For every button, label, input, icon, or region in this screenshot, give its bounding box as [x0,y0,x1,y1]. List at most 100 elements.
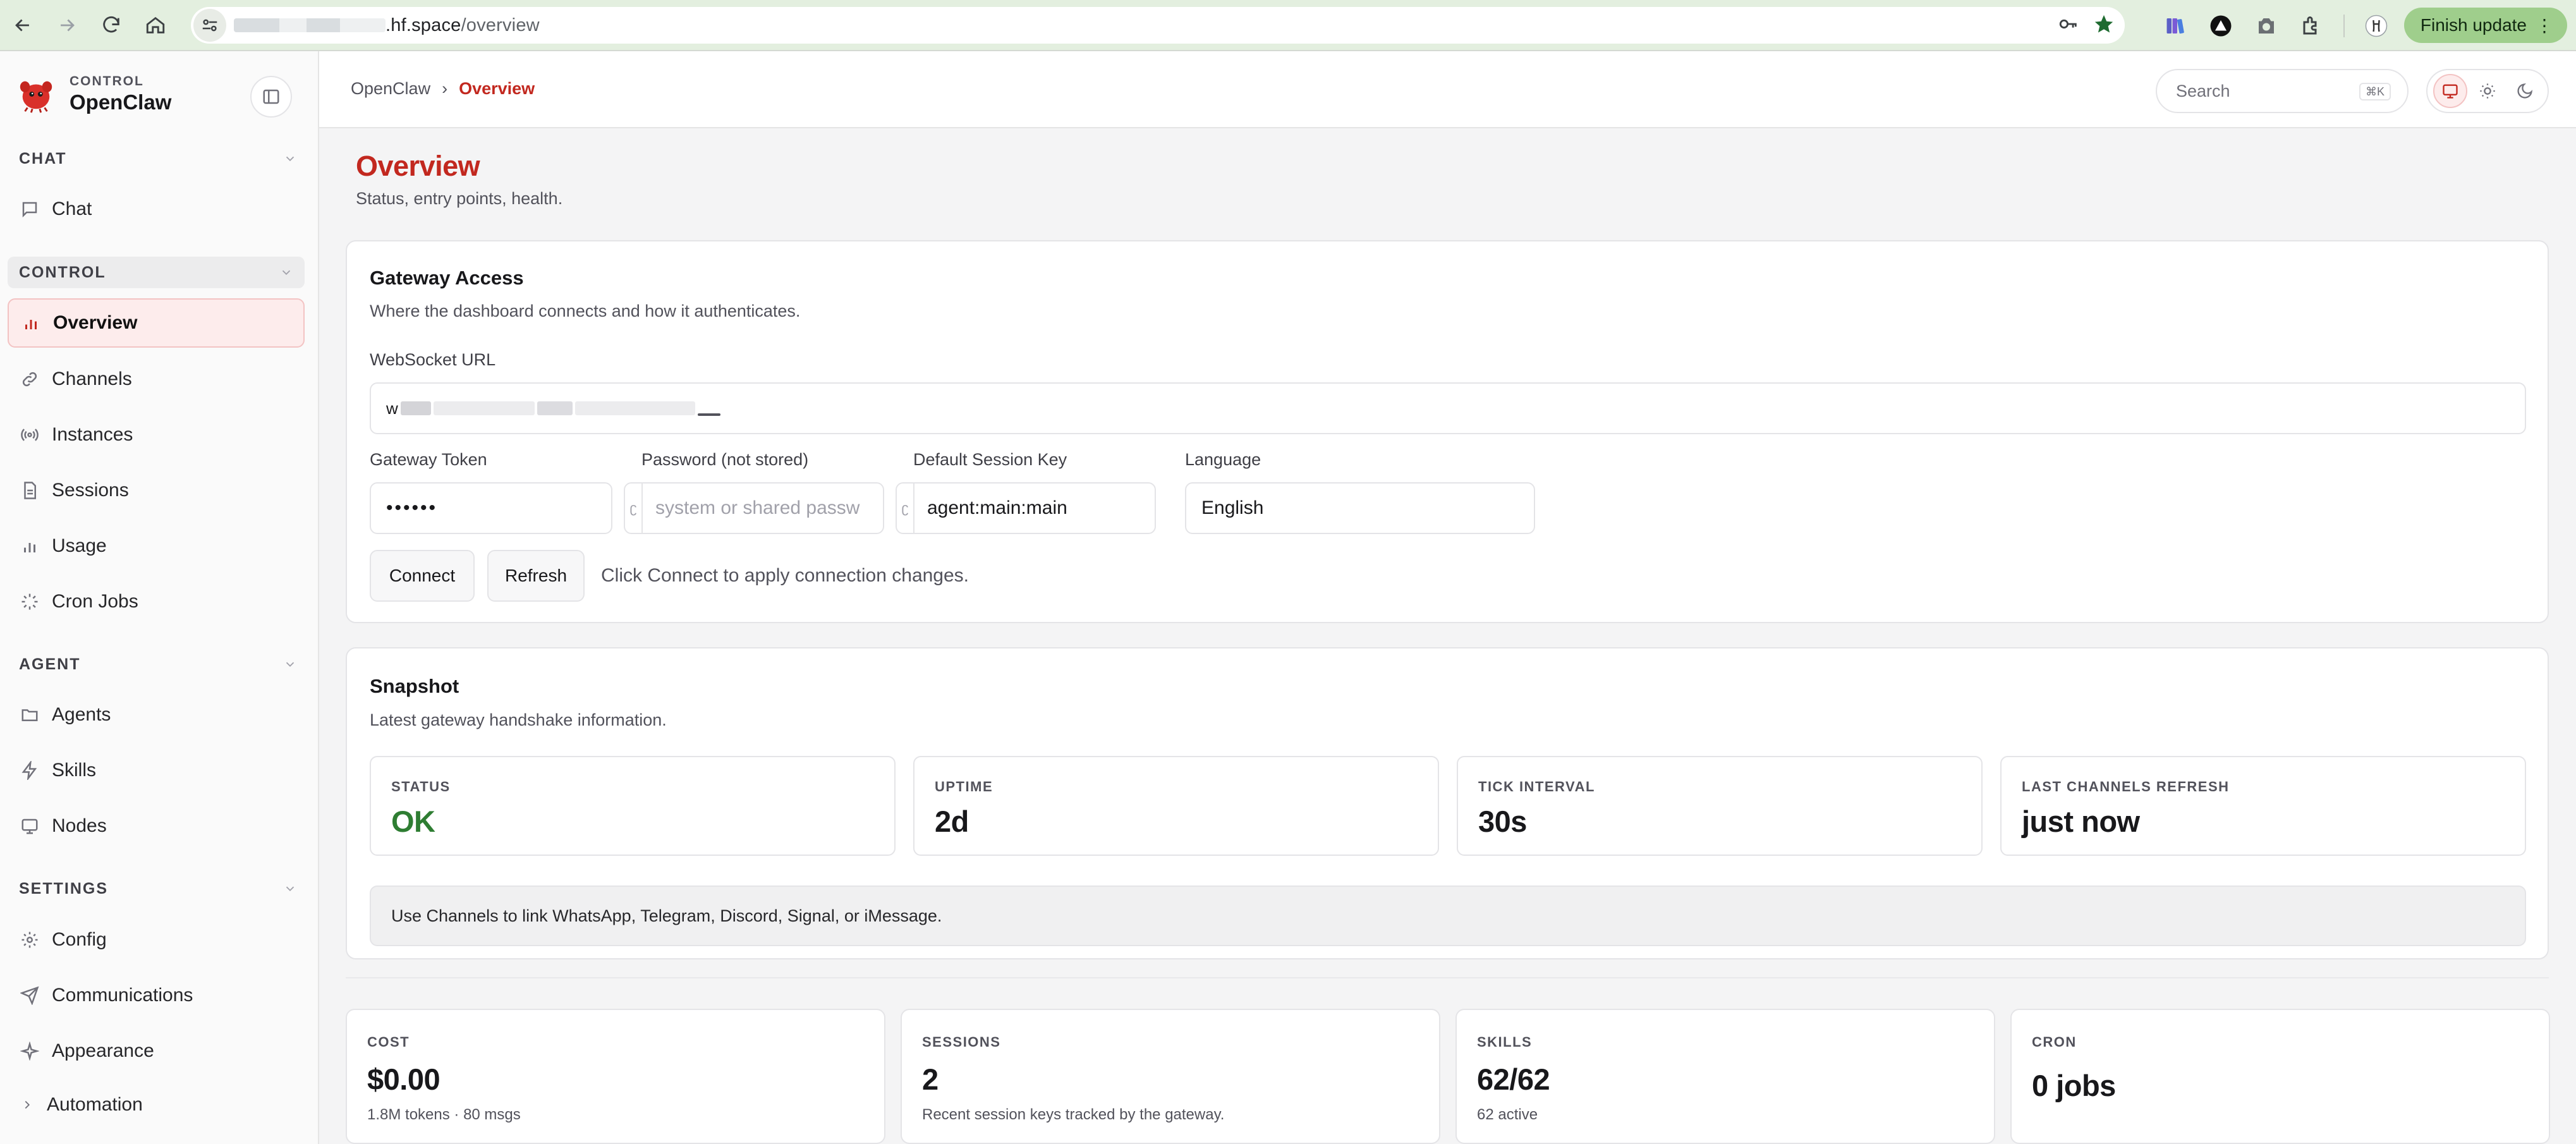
radio-icon [21,429,39,441]
sidebar-item-label: Channels [52,368,132,389]
brand: CONTROL OpenClaw [16,74,171,114]
sidebar-item-channels[interactable]: Channels [8,355,305,404]
sidebar-item-agents[interactable]: Agents [8,690,305,739]
card-title: Snapshot [370,675,459,697]
metric-cost[interactable]: COST $0.00 1.8M tokens · 80 msgs [346,1009,885,1144]
password-field[interactable]: ʗ system or shared passw [624,482,884,534]
websocket-url-field[interactable]: w [370,382,2526,434]
message-square-icon [22,202,37,218]
stat-label: UPTIME [935,779,993,794]
snapshot-card: Snapshot Latest gateway handshake inform… [346,647,2549,959]
session-key-field[interactable]: ʗ agent:main:main [896,482,1156,534]
sidebar-item-label: Appearance [52,1040,154,1061]
search-input[interactable]: Search ⌘K [2156,69,2409,113]
sidebar-item-automation[interactable]: Automation [8,1081,305,1121]
loader-icon [21,593,38,610]
theme-light-button[interactable] [2470,74,2505,108]
connect-button-label: Connect [389,566,456,585]
sidebar-item-overview[interactable]: Overview [8,298,305,348]
bar-chart-icon [25,320,37,329]
theme-switcher [2426,69,2549,113]
sidebar-item-sessions[interactable]: Sessions [8,466,305,515]
section-header-chat[interactable]: CHAT [19,143,297,174]
section-label: CONTROL [19,263,106,281]
more-vertical-icon: ⋮ [2536,15,2553,35]
camera-extension-icon[interactable] [2252,12,2280,40]
sidebar-item-label: Skills [52,760,97,781]
sidebar-item-label: Communications [52,985,193,1006]
stat-uptime: UPTIME 2d [913,756,1439,856]
sidebar: CONTROL OpenClaw CHAT Chat CONTROL Overv… [0,51,319,1144]
forward-icon[interactable] [48,6,86,44]
session-key-value: agent:main:main [927,497,1067,518]
language-select[interactable]: English [1185,482,1535,534]
url-redacted [234,18,386,32]
sidebar-item-label: Config [52,929,107,950]
file-text-icon [24,482,36,499]
sidebar-item-usage[interactable]: Usage [8,521,305,571]
site-info-icon[interactable] [193,9,226,42]
card-title: Gateway Access [370,267,524,289]
home-icon[interactable] [137,6,174,44]
sidebar-item-chat[interactable]: Chat [8,185,305,234]
section-label: SETTINGS [19,879,109,898]
sidebar-item-label: Cron Jobs [52,591,138,612]
breadcrumb: OpenClaw › Overview [351,79,535,99]
page-title: Overview [356,150,480,182]
puzzle-extensions-icon[interactable] [2298,12,2326,40]
sidebar-collapse-button[interactable] [250,76,292,118]
session-key-label: Default Session Key [913,450,1067,469]
stat-value: 2d [935,805,969,838]
address-bar[interactable]: .hf.space/overview [191,7,2125,44]
metric-sessions[interactable]: SESSIONS 2 Recent session keys tracked b… [901,1009,1440,1144]
stat-value: 30s [1478,805,1527,838]
stat-value: just now [2022,805,2140,838]
theme-system-button[interactable] [2433,74,2467,108]
section-header-settings[interactable]: SETTINGS [19,873,297,904]
sidebar-item-appearance[interactable]: Appearance [8,1026,305,1076]
gateway-token-field[interactable]: •••••• [370,482,612,534]
triangle-extension-icon[interactable] [2207,12,2235,40]
section-label: CHAT [19,149,67,167]
language-value: English [1201,497,1264,518]
sidebar-item-nodes[interactable]: Nodes [8,801,305,851]
connect-button[interactable]: Connect [370,550,475,602]
chevron-down-icon [286,662,295,667]
password-label: Password (not stored) [641,450,809,469]
metric-subtext: 62 active [1477,1106,1538,1123]
books-extension-icon[interactable] [2161,12,2189,40]
card-subtitle: Latest gateway handshake information. [370,710,667,729]
profile-avatar-icon[interactable] [2362,12,2390,40]
breadcrumb-root[interactable]: OpenClaw [351,79,430,99]
breadcrumb-current: Overview [459,79,535,98]
sidebar-item-label: Sessions [52,480,129,501]
stat-status: STATUS OK [370,756,896,856]
metric-cron[interactable]: CRON 0 jobs [2010,1009,2550,1144]
metric-value: 62/62 [1477,1062,1550,1096]
sidebar-item-skills[interactable]: Skills [8,746,305,795]
reload-icon[interactable] [92,6,130,44]
theme-dark-button[interactable] [2508,74,2542,108]
breadcrumb-separator: › [442,79,448,98]
section-header-agent[interactable]: AGENT [19,648,297,680]
back-icon[interactable] [4,6,42,44]
refresh-button[interactable]: Refresh [487,550,585,602]
sidebar-item-config[interactable]: Config [8,915,305,964]
url-redacted [697,413,720,416]
sidebar-item-instances[interactable]: Instances [8,410,305,459]
sidebar-item-communications[interactable]: Communications [8,971,305,1020]
password-key-icon[interactable] [2058,13,2079,38]
sidebar-item-cron-jobs[interactable]: Cron Jobs [8,577,305,626]
browser-toolbar: .hf.space/overview Finish update ⋮ [0,0,2576,51]
chevron-down-icon [282,270,291,276]
bookmark-star-icon[interactable] [2093,13,2115,38]
sun-icon [2480,83,2495,99]
openclaw-logo-icon [20,81,52,113]
sidebar-item-label: Automation [47,1094,143,1115]
metric-skills[interactable]: SKILLS 62/62 62 active [1455,1009,1995,1144]
finish-update-button[interactable]: Finish update ⋮ [2403,8,2567,43]
section-header-control[interactable]: CONTROL [8,257,305,288]
section-label: AGENT [19,655,81,673]
url-text: .hf.space/overview [386,15,540,36]
refresh-button-label: Refresh [504,566,568,585]
